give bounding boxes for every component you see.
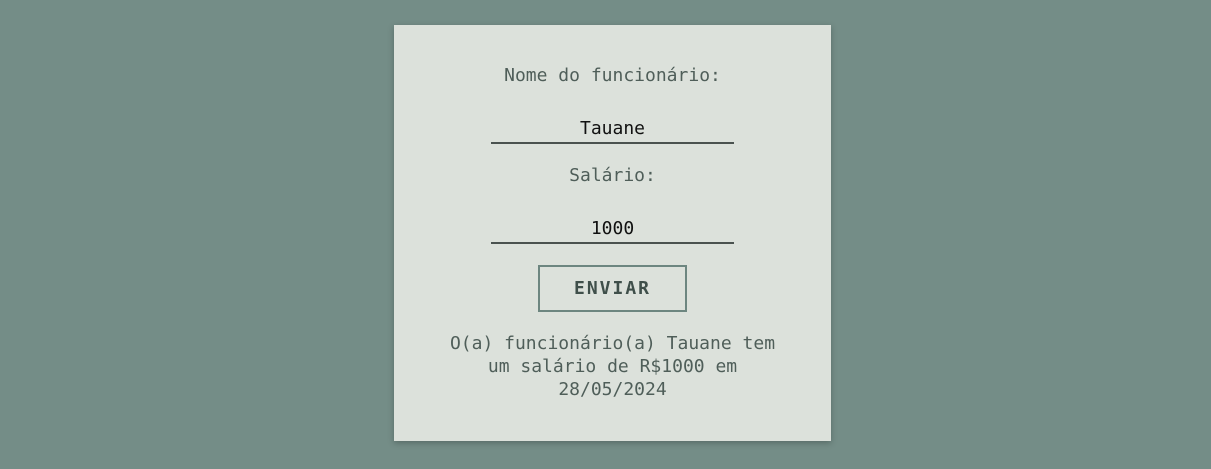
salary-input[interactable]: [491, 214, 734, 244]
name-input[interactable]: [491, 114, 734, 144]
salary-label: Salário:: [569, 165, 656, 186]
name-label: Nome do funcionário:: [504, 65, 721, 86]
submit-button[interactable]: ENVIAR: [538, 265, 687, 312]
form-card: Nome do funcionário: Salário: ENVIAR O(a…: [394, 25, 831, 441]
result-message: O(a) funcionário(a) Tauane tem um salári…: [449, 333, 776, 400]
